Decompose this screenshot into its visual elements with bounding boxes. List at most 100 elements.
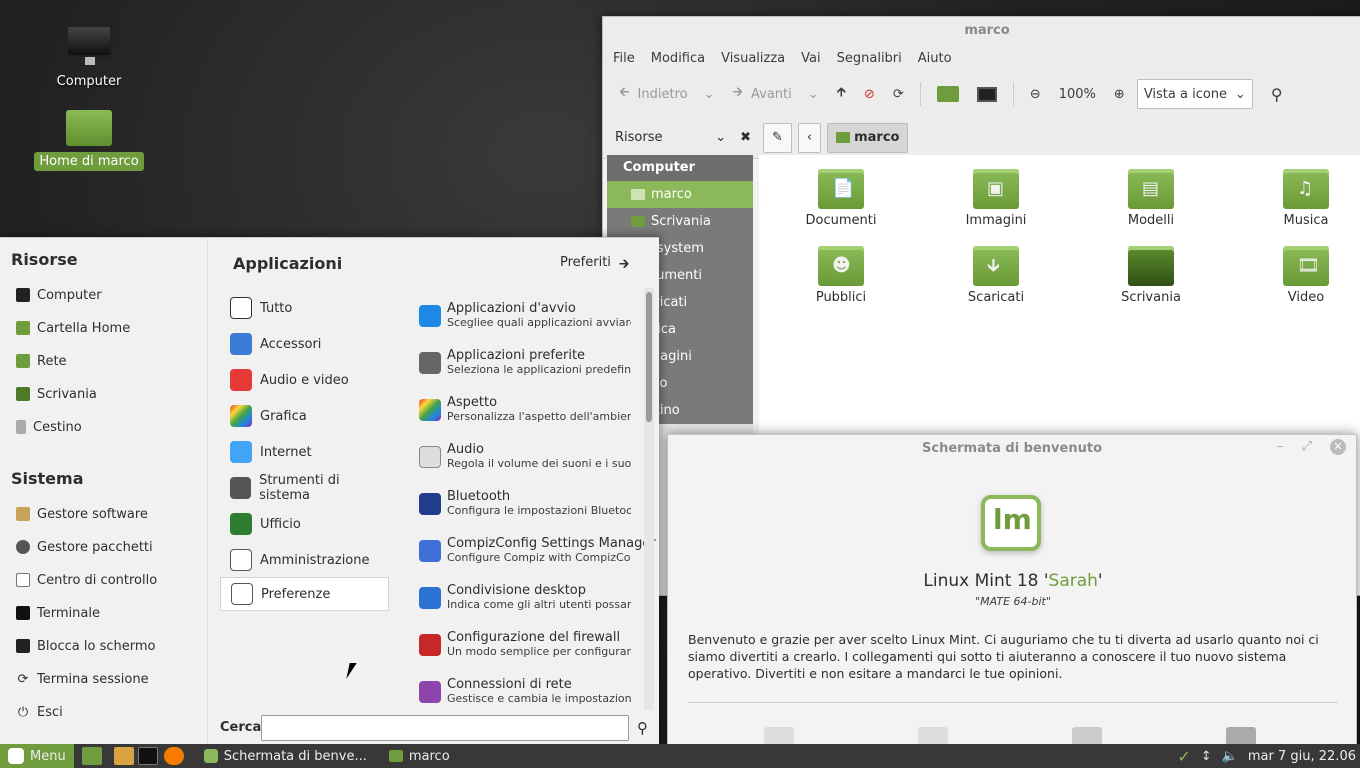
folder-video[interactable]: 🎞 Video xyxy=(1246,246,1360,305)
place-network[interactable]: Rete xyxy=(16,351,67,371)
category-preferences[interactable]: Preferenze xyxy=(220,577,389,611)
category-internet[interactable]: Internet xyxy=(220,435,389,469)
folder-pubblici[interactable]: ☻ Pubblici xyxy=(781,246,901,305)
app-network-connections[interactable]: Connessioni di rete Gestisce e cambia le … xyxy=(419,677,633,705)
app-description: Regola il volume dei suoni e i suoni ... xyxy=(447,457,631,470)
system-package-manager[interactable]: Gestore pacchetti xyxy=(16,537,153,557)
show-desktop-icon[interactable] xyxy=(81,747,102,765)
app-bluetooth[interactable]: Bluetooth Configura le impostazioni Bluet… xyxy=(419,489,633,517)
category-administration[interactable]: Amministrazione xyxy=(220,543,389,577)
video-folder-icon: 🎞 xyxy=(1283,246,1329,286)
desktop-icon xyxy=(16,387,30,401)
category-all[interactable]: Tutto xyxy=(220,291,389,325)
pencil-icon: ✎ xyxy=(772,130,783,145)
menu-bookmarks[interactable]: Segnalibri xyxy=(837,51,902,66)
menu-help[interactable]: Aiuto xyxy=(918,51,952,66)
zoom-in-button[interactable]: ⊕ xyxy=(1108,78,1131,110)
back-button[interactable]: 🡰 Indietro ⌄ xyxy=(613,78,720,110)
app-appearance[interactable]: Aspetto Personalizza l'aspetto dell'ambie… xyxy=(419,395,633,423)
file-manager-launcher-icon[interactable] xyxy=(113,747,134,765)
category-system-tools[interactable]: Strumenti di sistema xyxy=(220,471,389,505)
folder-label: Scaricati xyxy=(967,290,1025,305)
firefox-launcher-icon[interactable] xyxy=(163,747,184,765)
app-compizconfig[interactable]: CompizConfig Settings Manager Configure C… xyxy=(419,536,656,564)
category-label: Strumenti di sistema xyxy=(259,473,340,503)
computer-icon xyxy=(976,86,997,102)
window-title: Schermata di benvenuto xyxy=(922,441,1102,456)
volume-icon[interactable]: 🔈 xyxy=(1222,749,1238,764)
category-accessories[interactable]: Accessori xyxy=(220,327,389,361)
apps-scrollbar[interactable] xyxy=(644,288,654,710)
close-icon[interactable]: ✖ xyxy=(740,130,751,145)
place-trash[interactable]: Cestino xyxy=(16,417,82,437)
system-quit[interactable]: ⏻ Esci xyxy=(16,702,63,722)
category-office[interactable]: Ufficio xyxy=(220,507,389,541)
scrollbar-thumb[interactable] xyxy=(646,292,652,422)
stop-button[interactable]: ⊘ xyxy=(858,78,881,110)
computer-button[interactable] xyxy=(971,78,1003,110)
category-audio-video[interactable]: Audio e video xyxy=(220,363,389,397)
maximize-icon[interactable]: ⤢ xyxy=(1302,439,1312,455)
desktop-icon-label: Home di marco xyxy=(34,152,144,171)
system-label: Centro di controllo xyxy=(37,572,158,588)
folder-scrivania[interactable]: Scrivania xyxy=(1091,246,1211,305)
search-button[interactable]: ⚲ xyxy=(1265,78,1289,110)
toggle-location-button[interactable]: ✎ xyxy=(763,122,792,153)
network-icon xyxy=(419,681,441,703)
menu-go[interactable]: Vai xyxy=(801,51,820,66)
category-graphics[interactable]: Grafica xyxy=(220,399,389,433)
shield-icon[interactable]: ✓ xyxy=(1177,747,1190,766)
folder-documenti[interactable]: 📄 Documenti xyxy=(781,169,901,228)
folder-scaricati[interactable]: 🡳 Scaricati xyxy=(936,246,1056,305)
app-audio[interactable]: AudioRegola il volume dei suoni e i suon… xyxy=(419,442,633,470)
task-welcome[interactable]: Schermata di benve... xyxy=(196,744,375,768)
search-icon[interactable]: ⚲ xyxy=(637,719,648,737)
app-desktop-sharing[interactable]: Condivisione desktop Indica come gli altr… xyxy=(419,583,633,611)
search-input[interactable] xyxy=(261,715,629,741)
zoom-out-button[interactable]: ⊖ xyxy=(1024,78,1047,110)
terminal-launcher-icon[interactable] xyxy=(137,747,158,765)
edition-label: "MATE 64-bit" xyxy=(975,595,1051,608)
desktop-icon-home[interactable]: Home di marco xyxy=(34,110,144,171)
path-back-button[interactable]: ‹ xyxy=(797,122,822,153)
folder-immagini[interactable]: ▣ Immagini xyxy=(936,169,1056,228)
folder-musica[interactable]: ♫ Musica xyxy=(1246,169,1360,228)
view-mode-select[interactable]: Vista a icone ⌄ xyxy=(1136,79,1253,109)
menu-button[interactable]: Menu xyxy=(0,744,74,768)
folder-modelli[interactable]: ▤ Modelli xyxy=(1091,169,1211,228)
welcome-text: Benvenuto e grazie per aver scelto Linux… xyxy=(688,632,1319,681)
minimize-icon[interactable]: – xyxy=(1277,439,1284,455)
sidebar-item-scrivania[interactable]: Scrivania xyxy=(607,208,753,235)
side-pane-select[interactable]: Risorse ⌄ ✖ xyxy=(609,130,757,145)
clock[interactable]: mar 7 giu, 22.06 xyxy=(1248,749,1356,764)
system-logout[interactable]: ⟳ Termina sessione xyxy=(16,669,149,689)
system-terminal[interactable]: Terminale xyxy=(16,603,100,623)
up-button[interactable]: 🡱 xyxy=(831,78,852,110)
network-icon[interactable]: ↕ xyxy=(1201,749,1212,764)
menu-view[interactable]: Visualizza xyxy=(721,51,785,66)
place-computer[interactable]: Computer xyxy=(16,285,102,305)
reload-button[interactable]: ⟳ xyxy=(887,78,910,110)
system-lock-screen[interactable]: Blocca lo schermo xyxy=(16,636,155,656)
desktop-icon-computer[interactable]: Computer xyxy=(34,24,144,91)
task-file-manager[interactable]: marco xyxy=(381,744,458,768)
menu-edit[interactable]: Modifica xyxy=(651,51,705,66)
app-preferred-applications[interactable]: Applicazioni preferite Seleziona le appli… xyxy=(419,348,633,376)
app-description: Indica come gli altri utenti possano ... xyxy=(447,598,631,611)
favorites-button[interactable]: Preferiti 🡲 xyxy=(560,255,629,277)
system-label: Gestore software xyxy=(37,506,148,522)
app-firewall[interactable]: Configurazione del firewall Un modo sempl… xyxy=(419,630,633,658)
system-label: Esci xyxy=(37,704,63,720)
path-button-current[interactable]: marco xyxy=(827,122,909,153)
menu-file[interactable]: File xyxy=(613,51,635,66)
place-home[interactable]: Cartella Home xyxy=(16,318,130,338)
close-icon[interactable]: ✕ xyxy=(1330,439,1346,455)
system-control-center[interactable]: Centro di controllo xyxy=(16,570,157,590)
app-description: Gestisce e cambia le impostazioni d... xyxy=(447,692,631,705)
forward-button[interactable]: 🡲 Avanti ⌄ xyxy=(726,78,824,110)
system-software-manager[interactable]: Gestore software xyxy=(16,504,148,524)
home-button[interactable] xyxy=(931,78,965,110)
place-desktop[interactable]: Scrivania xyxy=(16,384,97,404)
sidebar-item-marco[interactable]: marco xyxy=(607,181,753,208)
app-startup-applications[interactable]: Applicazioni d'avvio Scegliee quali appli… xyxy=(419,301,633,329)
